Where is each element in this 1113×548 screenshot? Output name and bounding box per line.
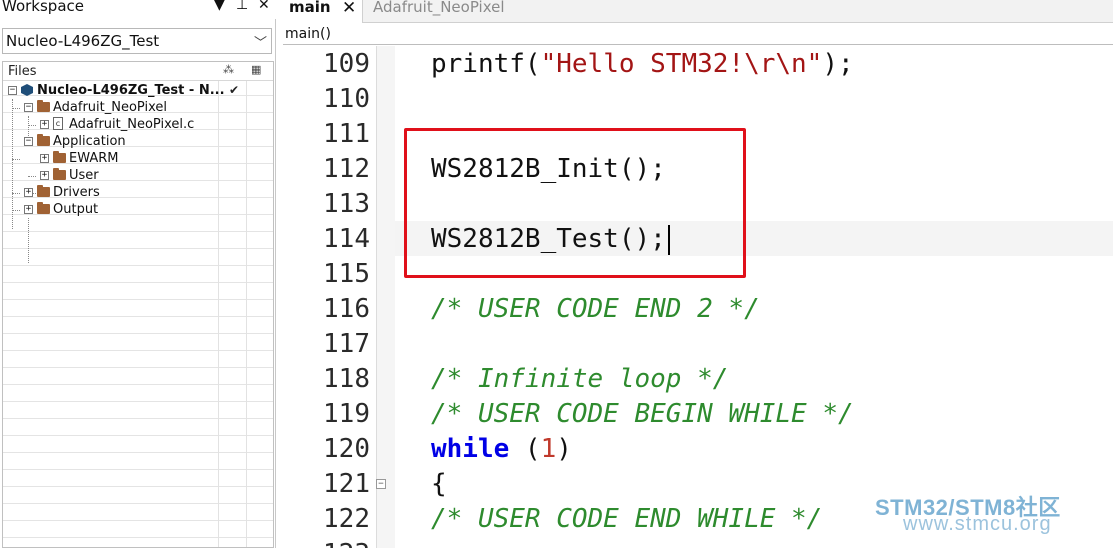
line-number: 118 bbox=[323, 364, 370, 394]
configuration-select[interactable]: Nucleo-L496ZG_Test ﹀ bbox=[2, 28, 272, 54]
close-tab-icon[interactable]: ✕ bbox=[342, 0, 356, 17]
tree-item-label: Application bbox=[53, 134, 126, 149]
workspace-panel: Workspace ▼ ⊥ ✕ Nucleo-L496ZG_Test ﹀ Fil… bbox=[0, 0, 276, 548]
function-selector-value: main() bbox=[285, 26, 331, 42]
folder-icon bbox=[53, 151, 66, 163]
code-token: ) bbox=[556, 434, 572, 464]
code-token: /* USER CODE END WHILE */ bbox=[431, 504, 823, 534]
collapse-icon[interactable]: − bbox=[24, 103, 33, 112]
folder-icon bbox=[53, 168, 66, 180]
line-number: 110 bbox=[323, 84, 370, 114]
files-column-header: Files bbox=[8, 64, 37, 79]
code-token: { bbox=[431, 469, 447, 499]
line-number: 115 bbox=[323, 259, 370, 289]
tree-item-label: Adafruit_NeoPixel.c bbox=[69, 117, 195, 132]
line-number: 117 bbox=[323, 329, 370, 359]
tree-item[interactable]: + Drivers bbox=[3, 184, 273, 201]
line-number: 122 bbox=[323, 504, 370, 534]
code-area[interactable]: 109 110 111 112 113 114 115 116 117 118 119 120 121 1… bbox=[283, 46, 1113, 548]
tree-item-label: Output bbox=[53, 202, 99, 217]
code-line[interactable]: /* Infinite loop */ bbox=[431, 362, 728, 397]
expand-icon[interactable]: + bbox=[40, 120, 49, 129]
line-number: 114 bbox=[323, 224, 370, 254]
fold-margin bbox=[377, 46, 395, 548]
chevron-down-icon: ﹀ bbox=[253, 36, 267, 51]
folder-icon bbox=[37, 202, 50, 214]
collapse-icon[interactable]: − bbox=[8, 86, 17, 95]
code-line[interactable]: { bbox=[431, 467, 447, 502]
watermark-url: www.stmcu.org bbox=[903, 513, 1052, 535]
function-selector[interactable]: main() bbox=[283, 25, 1113, 45]
tree-item[interactable]: + c Adafruit_NeoPixel.c bbox=[3, 116, 273, 133]
code-token: ( bbox=[509, 434, 541, 464]
tree-item[interactable]: + EWARM bbox=[3, 150, 273, 167]
code-line[interactable]: while (1) bbox=[431, 432, 572, 467]
watermark: STM32/STM8社区 www.stmcu.org bbox=[873, 490, 1113, 548]
pin-icon[interactable]: ⊥ bbox=[236, 0, 248, 13]
workspace-title: Workspace bbox=[2, 0, 84, 15]
code-line[interactable]: /* USER CODE END WHILE */ bbox=[431, 502, 822, 537]
tree-item-label: Adafruit_NeoPixel bbox=[53, 100, 167, 115]
code-token: ); bbox=[822, 49, 854, 79]
code-line[interactable]: /* USER CODE END 2 */ bbox=[431, 292, 760, 327]
code-token: /* USER CODE END 2 */ bbox=[431, 294, 760, 324]
tree-item[interactable]: − Adafruit_NeoPixel bbox=[3, 99, 273, 116]
line-number: 123 bbox=[283, 537, 370, 548]
tab-main[interactable]: main ✕ bbox=[283, 0, 363, 23]
check-icon: ✔ bbox=[229, 83, 240, 97]
code-token: /* Infinite loop */ bbox=[431, 364, 729, 394]
line-number: 120 bbox=[323, 434, 370, 464]
line-number: 109 bbox=[323, 49, 370, 79]
workspace-title-bar: Workspace ▼ ⊥ ✕ bbox=[0, 0, 276, 19]
line-number: 112 bbox=[323, 154, 370, 184]
folder-icon bbox=[37, 100, 50, 112]
expand-icon[interactable]: + bbox=[24, 205, 33, 214]
annotation-highlight-box bbox=[404, 128, 746, 278]
folder-icon bbox=[37, 185, 50, 197]
tree-item[interactable]: + Output bbox=[3, 201, 273, 218]
tree-item[interactable]: + User bbox=[3, 167, 273, 184]
line-number-gutter: 109 110 111 112 113 114 115 116 117 118 119 120 121 1… bbox=[283, 46, 377, 548]
tree-item[interactable]: − Nucleo-L496ZG_Test - N... ✔ bbox=[3, 82, 273, 99]
configuration-value: Nucleo-L496ZG_Test bbox=[6, 32, 160, 50]
c-file-icon: c bbox=[53, 117, 63, 130]
tab-adafruit-neopixel-label: Adafruit_NeoPixel bbox=[373, 0, 505, 16]
collapse-icon[interactable]: − bbox=[24, 137, 33, 146]
close-icon[interactable]: ✕ bbox=[258, 0, 270, 13]
tree-connector bbox=[28, 218, 29, 263]
folder-icon bbox=[37, 134, 50, 146]
line-number: 116 bbox=[323, 294, 370, 324]
tab-adafruit-neopixel[interactable]: Adafruit_NeoPixel bbox=[369, 0, 509, 23]
fold-toggle-icon[interactable]: − bbox=[376, 479, 386, 489]
settings-column-icon[interactable]: ⁂ bbox=[223, 63, 234, 76]
expand-icon[interactable]: + bbox=[24, 188, 33, 197]
tree-item-label: User bbox=[69, 168, 99, 183]
line-number: 121 bbox=[323, 469, 370, 499]
file-tree-header: Files ⁂ ▦ bbox=[3, 62, 273, 81]
project-icon bbox=[21, 84, 33, 96]
code-token: printf( bbox=[431, 49, 541, 79]
dropdown-icon[interactable]: ▼ bbox=[214, 0, 225, 13]
editor-tab-bar: main ✕ Adafruit_NeoPixel bbox=[283, 0, 1113, 23]
code-token: /* USER CODE BEGIN WHILE */ bbox=[431, 399, 854, 429]
code-line[interactable]: printf("Hello STM32!\r\n"); bbox=[431, 47, 854, 82]
line-number: 119 bbox=[323, 399, 370, 429]
tree-item[interactable]: − Application bbox=[3, 133, 273, 150]
options-column-icon[interactable]: ▦ bbox=[251, 63, 261, 76]
file-tree: Files ⁂ ▦ − Nucleo-L496ZG_Test - N... ✔ − Ad… bbox=[2, 61, 274, 548]
tab-main-label: main bbox=[289, 0, 331, 16]
expand-icon[interactable]: + bbox=[40, 171, 49, 180]
code-line[interactable]: /* USER CODE BEGIN WHILE */ bbox=[431, 397, 854, 432]
code-token: "Hello STM32!\r\n" bbox=[540, 49, 823, 79]
tree-item-label: Nucleo-L496ZG_Test - N... bbox=[37, 83, 225, 98]
code-token: 1 bbox=[540, 434, 557, 464]
tree-item-label: Drivers bbox=[53, 185, 100, 200]
tree-item-label: EWARM bbox=[69, 151, 119, 166]
code-token: while bbox=[431, 434, 510, 464]
line-number: 111 bbox=[323, 119, 370, 149]
line-number: 113 bbox=[323, 189, 370, 219]
expand-icon[interactable]: + bbox=[40, 154, 49, 163]
